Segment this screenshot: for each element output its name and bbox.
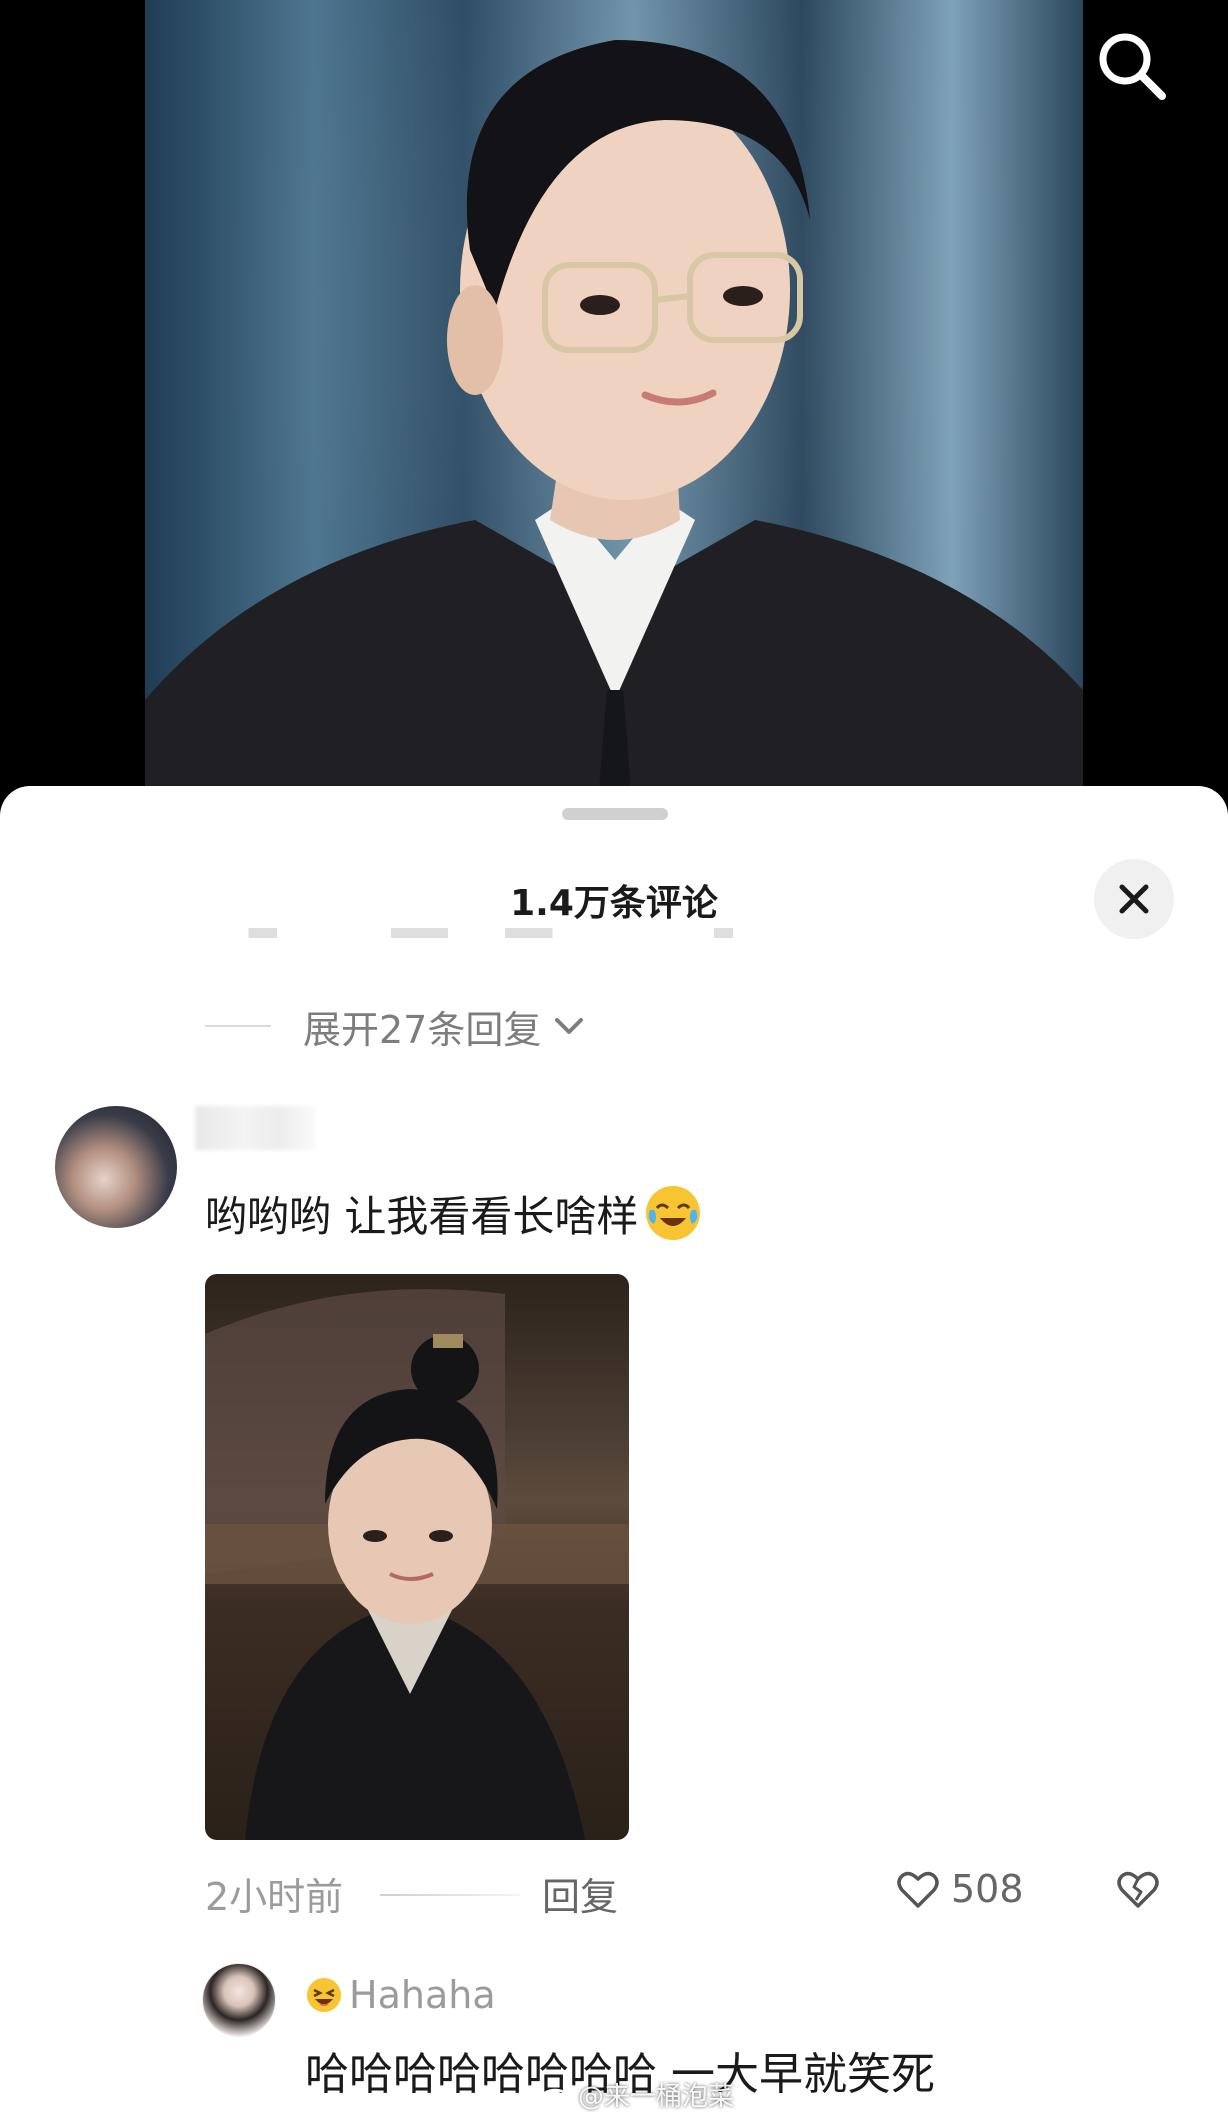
close-icon (1119, 884, 1149, 914)
chevron-down-icon (555, 1018, 584, 1034)
weibo-logo-icon (540, 2083, 573, 2107)
search-icon (1099, 33, 1166, 100)
comment-time: 2小时前 (205, 1875, 344, 1919)
comments-sheet: 1.4万条评论 展开27条回复 哟哟哟 让我看看长啥样 2小时前 回复 508 … (0, 786, 1228, 2124)
like-button[interactable]: 508 (895, 1866, 1024, 1912)
expand-divider (205, 1025, 271, 1027)
replier-name: Hahaha (349, 1973, 496, 2017)
replier-avatar[interactable] (202, 1963, 276, 2037)
video-player[interactable] (0, 0, 1228, 800)
video-frame (145, 0, 1083, 790)
comments-count-title: 1.4万条评论 (510, 883, 718, 924)
commenter-avatar[interactable] (55, 1106, 177, 1228)
reply-button[interactable]: 回复 (542, 1866, 618, 1921)
squint-laugh-emoji-icon (307, 1978, 341, 2012)
comment-meta: 2小时前 回复 508 (205, 1866, 1165, 1922)
laugh-cry-emoji-icon (646, 1186, 701, 1240)
drag-handle[interactable] (562, 808, 668, 820)
comment-body: 哟哟哟 让我看看长啥样 (205, 1182, 704, 1244)
like-count: 508 (951, 1867, 1024, 1911)
meta-divider (380, 1894, 520, 1896)
scrolled-previous-comment (220, 928, 1170, 938)
replier-name-row[interactable]: Hahaha (305, 1973, 496, 2017)
search-button[interactable] (1092, 26, 1172, 106)
watermark: @来一桶泡菜 (540, 2076, 734, 2113)
comment-text: 哟哟哟 让我看看长啥样 (205, 1191, 639, 1241)
dislike-button[interactable] (1115, 1866, 1161, 1916)
commenter-name-blurred[interactable] (195, 1106, 315, 1150)
broken-heart-icon (1117, 1871, 1159, 1908)
close-button[interactable] (1094, 859, 1174, 939)
expand-replies-label: 展开27条回复 (303, 1007, 542, 1052)
comment-image[interactable] (205, 1274, 629, 1840)
expand-replies-button[interactable]: 展开27条回复 (205, 996, 587, 1056)
heart-icon (897, 1871, 939, 1908)
watermark-text: @来一桶泡菜 (578, 2082, 735, 2112)
video-still-portrait (145, 40, 1083, 790)
comment-image-still (205, 1289, 629, 1840)
